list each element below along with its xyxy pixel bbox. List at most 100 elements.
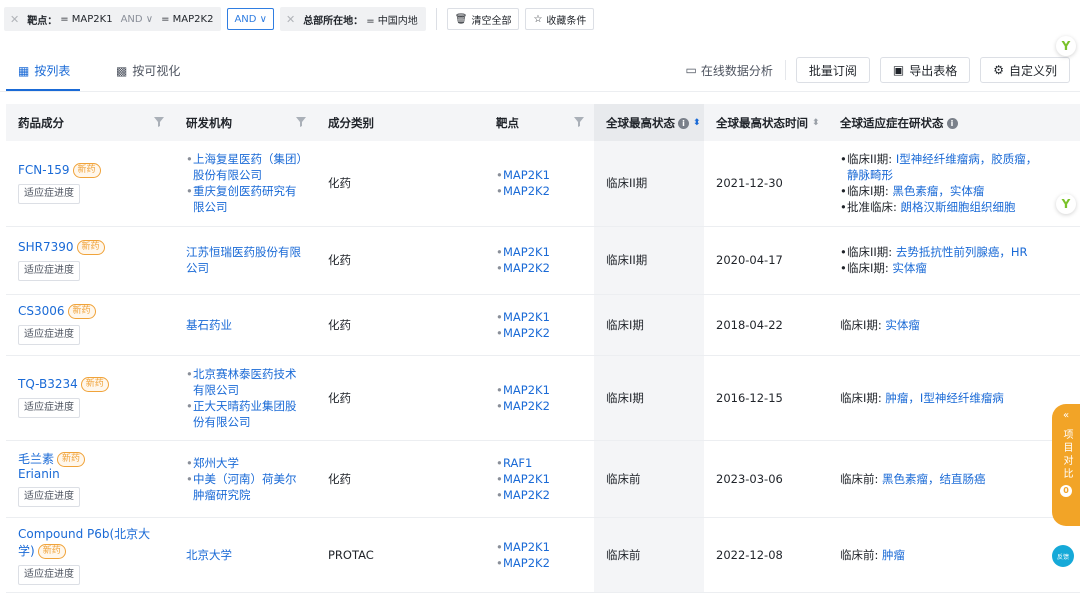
new-drug-badge: 新药 xyxy=(37,543,66,559)
org-link[interactable]: 北京大学 xyxy=(186,547,304,563)
online-analysis-link[interactable]: ▭ 在线数据分析 xyxy=(685,60,786,80)
indication-link[interactable]: 实体瘤 xyxy=(892,261,927,275)
assistant-logo-icon[interactable]: Y xyxy=(1056,194,1076,214)
indication-progress-button[interactable]: 适应症进度 xyxy=(18,325,80,345)
col-header-status[interactable]: 全球最高状态 i ⬍ xyxy=(594,104,704,141)
target-link[interactable]: MAP2K2 xyxy=(496,487,582,503)
target-link[interactable]: MAP2K1 xyxy=(496,309,582,325)
target-link[interactable]: RAF1 xyxy=(496,455,582,471)
view-tabs-row: ▦ 按列表 ▩ 按可视化 ▭ 在线数据分析 批量订阅 ▣ 导出表格 ⚙ 自定义列 xyxy=(0,52,1080,92)
indication-progress-button[interactable]: 适应症进度 xyxy=(18,398,80,418)
table-row[interactable]: 毛兰素新药Erianin适应症进度郑州大学中美（河南）荷美尔肿瘤研究院化药RAF… xyxy=(6,440,1080,518)
indication-progress-button[interactable]: 适应症进度 xyxy=(18,487,80,507)
project-compare-tab[interactable]: « 项目对比 0 xyxy=(1052,404,1080,526)
filter-operator[interactable]: AND ∨ xyxy=(121,14,154,25)
filter-chip-hq[interactable]: ✕ 总部所在地： = 中国内地 xyxy=(279,7,426,31)
assistant-logo-icon[interactable]: Y xyxy=(1056,36,1076,56)
table-row[interactable]: SHR7390新药适应症进度江苏恒瑞医药股份有限公司化药MAP2K1MAP2K2… xyxy=(6,226,1080,295)
tab-visualization[interactable]: ▩ 按可视化 xyxy=(116,62,180,79)
target-link[interactable]: MAP2K1 xyxy=(496,471,582,487)
clear-all-button[interactable]: 🗑 清空全部 xyxy=(446,8,520,30)
target-link[interactable]: MAP2K1 xyxy=(496,244,582,260)
org-link[interactable]: 上海复星医药（集团）股份有限公司 xyxy=(186,151,304,183)
target-link[interactable]: MAP2K2 xyxy=(496,555,582,571)
cell-status: 临床I期 xyxy=(594,355,704,441)
batch-subscribe-button[interactable]: 批量订阅 xyxy=(795,57,870,83)
target-link[interactable]: MAP2K1 xyxy=(496,382,582,398)
cell-target: RAF1MAP2K1MAP2K2 xyxy=(434,440,594,518)
indication-item: 临床前: 黑色素瘤，结直肠癌 xyxy=(840,471,1074,487)
indication-progress-button[interactable]: 适应症进度 xyxy=(18,564,80,585)
target-link[interactable]: MAP2K2 xyxy=(496,398,582,414)
info-icon[interactable]: i xyxy=(946,117,958,129)
org-link[interactable]: 基石药业 xyxy=(186,317,304,333)
drug-name-link[interactable]: 毛兰素 xyxy=(18,452,54,466)
col-header-indication[interactable]: 全球适应症在研状态 i xyxy=(828,104,1080,141)
phase-label: 临床前: xyxy=(840,471,883,486)
indication-link[interactable]: 实体瘤 xyxy=(885,318,920,332)
collapse-arrows-icon: « xyxy=(1062,410,1070,421)
cell-org: 北京赛林泰医药技术有限公司正大天晴药业集团股份有限公司 xyxy=(174,355,316,441)
target-link[interactable]: MAP2K2 xyxy=(496,325,582,341)
indication-link[interactable]: 朗格汉斯细胞组织细胞 xyxy=(901,200,1016,214)
new-drug-badge: 新药 xyxy=(57,452,86,467)
org-link[interactable]: 郑州大学 xyxy=(186,455,304,471)
cell-category: 化药 xyxy=(316,355,434,441)
table-row[interactable]: FCN-159新药适应症进度上海复星医药（集团）股份有限公司重庆复创医药研究有限… xyxy=(6,141,1080,227)
filter-icon[interactable] xyxy=(296,117,306,127)
indication-progress-button[interactable]: 适应症进度 xyxy=(18,183,80,204)
org-link[interactable]: 重庆复创医药研究有限公司 xyxy=(186,183,304,215)
indication-link[interactable]: 黑色素瘤，结直肠癌 xyxy=(882,472,986,486)
export-icon: ▣ xyxy=(892,63,905,77)
table-row[interactable]: CS3006新药适应症进度基石药业化药MAP2K1MAP2K2临床I期2018-… xyxy=(6,294,1080,356)
indication-progress-button[interactable]: 适应症进度 xyxy=(18,260,80,281)
indication-link[interactable]: I型神经纤维瘤病，胶质瘤， xyxy=(896,152,1037,166)
cell-target: MAP2K1MAP2K2 xyxy=(434,141,594,227)
remove-filter-icon[interactable]: ✕ xyxy=(10,13,19,26)
drug-name-link[interactable]: CS3006 xyxy=(18,304,65,318)
indication-link[interactable]: 肿瘤，I型神经纤维瘤病 xyxy=(885,391,1003,405)
indication-link[interactable]: 静脉畸形 xyxy=(847,168,893,182)
col-header-drug[interactable]: 药品成分 xyxy=(6,104,174,141)
sort-icon[interactable]: ⬍ xyxy=(693,118,701,128)
target-link[interactable]: MAP2K1 xyxy=(496,167,582,183)
org-link[interactable]: 正大天晴药业集团股份有限公司 xyxy=(186,398,304,430)
indication-link[interactable]: 去势抵抗性前列腺癌，HR xyxy=(896,245,1028,259)
table-header-row: 药品成分 研发机构 成分类别 靶点 全球最高状态 i ⬍ 全球最高状态时间 ⬍ 全球适… xyxy=(6,104,1080,141)
target-link[interactable]: MAP2K2 xyxy=(496,260,582,276)
org-link[interactable]: 江苏恒瑞医药股份有限公司 xyxy=(186,244,304,276)
drug-name-link[interactable]: TQ-B3234 xyxy=(18,377,78,391)
col-header-status-time[interactable]: 全球最高状态时间 ⬍ xyxy=(704,104,828,141)
filter-icon[interactable] xyxy=(154,117,164,127)
col-header-org[interactable]: 研发机构 xyxy=(174,104,316,141)
drug-alias-link[interactable]: Erianin xyxy=(18,467,60,481)
target-link[interactable]: MAP2K1 xyxy=(496,539,582,555)
compare-count-badge: 0 xyxy=(1060,485,1072,497)
target-link[interactable]: MAP2K2 xyxy=(496,183,582,199)
cell-category: 化药 xyxy=(316,294,434,356)
cell-target: MAP2K1MAP2K2 xyxy=(434,294,594,356)
table-row[interactable]: Compound P6b(北京大学)新药适应症进度北京大学PROTACMAP2K… xyxy=(6,517,1080,593)
org-link[interactable]: 中美（河南）荷美尔肿瘤研究院 xyxy=(186,471,304,503)
info-icon[interactable]: i xyxy=(678,117,689,129)
sort-icon[interactable]: ⬍ xyxy=(812,118,820,128)
col-header-target[interactable]: 靶点 xyxy=(434,104,594,141)
feedback-button[interactable]: 反馈 xyxy=(1052,545,1074,567)
filter-icon[interactable] xyxy=(574,117,584,127)
phase-label: 临床I期: xyxy=(840,317,886,332)
col-header-category[interactable]: 成分类别 xyxy=(316,104,434,141)
batch-subscribe-label: 批量订阅 xyxy=(808,63,857,78)
drug-name-link[interactable]: FCN-159 xyxy=(18,163,70,177)
table-row[interactable]: TQ-B3234新药适应症进度北京赛林泰医药技术有限公司正大天晴药业集团股份有限… xyxy=(6,355,1080,441)
tab-list[interactable]: ▦ 按列表 xyxy=(18,62,70,79)
filter-chip-target[interactable]: ✕ 靶点： = MAP2K1 AND ∨ = MAP2K2 xyxy=(4,7,222,31)
indication-link[interactable]: 黑色素瘤，实体瘤 xyxy=(892,184,984,198)
drug-name-link[interactable]: SHR7390 xyxy=(18,240,74,254)
custom-columns-button[interactable]: ⚙ 自定义列 xyxy=(980,57,1070,83)
save-condition-button[interactable]: ☆ 收藏条件 xyxy=(525,8,595,30)
indication-link[interactable]: 肿瘤 xyxy=(882,548,905,562)
logic-select[interactable]: AND ∨ xyxy=(227,8,274,30)
export-table-button[interactable]: ▣ 导出表格 xyxy=(879,57,971,83)
remove-filter-icon[interactable]: ✕ xyxy=(286,13,295,26)
org-link[interactable]: 北京赛林泰医药技术有限公司 xyxy=(186,366,304,398)
